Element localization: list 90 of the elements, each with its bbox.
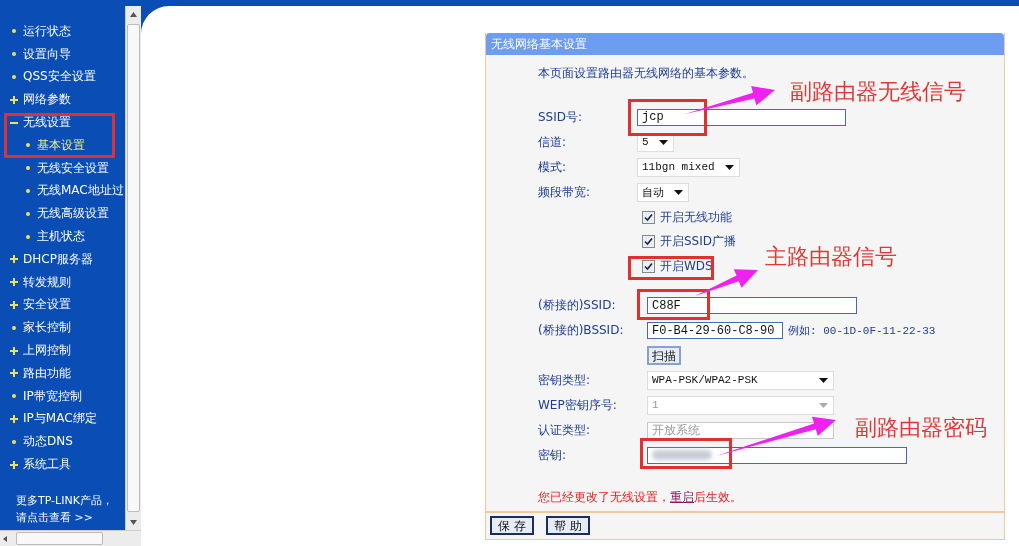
scan-button[interactable]: 扫描 <box>647 345 681 365</box>
dropdown-select[interactable]: 自动 <box>637 182 689 202</box>
field-label: 模式: <box>538 158 568 176</box>
field-label: (桥接的)BSSID: <box>538 322 625 340</box>
bullet-icon <box>12 52 16 57</box>
dropdown-select[interactable]: WPA-PSK/WPA2-PSK <box>647 370 834 390</box>
bullet-icon <box>12 75 16 79</box>
sidebar-item[interactable]: 基本设置 <box>0 134 125 157</box>
field-label: 认证类型: <box>538 421 592 439</box>
sidebar-item[interactable]: 系统工具 <box>0 453 125 476</box>
bullet-icon <box>12 325 16 330</box>
help-button[interactable]: 帮 助 <box>545 516 590 535</box>
annotation-text: 副路由器密码 <box>855 414 987 442</box>
more-products-link[interactable]: 更多TP-LINK产品， <box>16 492 125 509</box>
field-label: (桥接的)SSID: <box>538 297 617 315</box>
annotation-text: 副路由器无线信号 <box>790 78 966 106</box>
bullet-icon <box>12 29 16 34</box>
field-label: 密钥类型: <box>538 371 592 389</box>
text-field[interactable]: F0-B4-29-60-C8-90 <box>647 322 783 340</box>
password-field[interactable] <box>647 446 907 464</box>
plus-icon <box>10 95 18 104</box>
scrollbar[interactable] <box>125 6 141 530</box>
intro-text: 本页面设置路由器无线网络的基本参数。 <box>537 65 755 82</box>
bullet-icon <box>26 234 30 239</box>
sidebar-item[interactable]: 上网控制 <box>0 339 125 362</box>
dropdown-caret-icon <box>819 377 828 383</box>
sidebar-item[interactable]: 安全设置 <box>0 293 125 317</box>
arrow <box>695 269 758 296</box>
checkbox-label: 开启SSID广播 <box>660 233 736 251</box>
plus-icon <box>10 255 18 264</box>
sidebar-item[interactable]: 动态DNS <box>0 430 125 454</box>
down-arrow-icon[interactable] <box>130 519 137 525</box>
checkbox-label: 开启无线功能 <box>660 208 732 226</box>
sidebar-item[interactable]: 网络参数 <box>0 88 125 112</box>
sidebar-item[interactable]: 设置向导 <box>0 42 125 66</box>
text-field[interactable]: jcp <box>637 108 846 126</box>
dropdown-caret-icon <box>724 164 734 170</box>
plus-icon <box>10 460 18 469</box>
checkbox-label: 开启WDS <box>660 258 713 276</box>
sidebar-item[interactable]: 运行状态 <box>0 20 125 43</box>
text-field[interactable]: C88F <box>647 297 857 315</box>
bullet-icon <box>12 439 16 444</box>
field-label: 密钥: <box>538 446 568 464</box>
sidebar-item[interactable]: 家长控制 <box>0 316 125 340</box>
checkbox[interactable] <box>642 260 655 274</box>
dropdown-caret-icon <box>819 402 828 408</box>
save-button[interactable]: 保 存 <box>490 516 534 535</box>
annotation-text: 主路由器信号 <box>765 243 897 271</box>
restart-link[interactable]: 重启 <box>670 490 694 505</box>
field-label: SSID号: <box>538 108 584 126</box>
example-hint: 例如: 00-1D-0F-11-22-33 <box>788 324 936 339</box>
sidebar-item[interactable]: 无线高级设置 <box>0 202 125 226</box>
sidebar-item[interactable]: IP带宽控制 <box>0 384 125 408</box>
field-label: WEP密钥序号: <box>538 396 618 414</box>
plus-icon <box>10 300 18 309</box>
checkmark-icon <box>644 262 653 272</box>
field-label: 信道: <box>538 133 568 151</box>
sidebar-item[interactable]: 路由功能 <box>0 361 125 385</box>
bullet-icon <box>26 188 30 193</box>
sidebar-item[interactable]: 无线MAC地址过 <box>0 179 125 203</box>
more-products-link[interactable]: 请点击查看 >> <box>16 509 125 526</box>
panel-title: 无线网络基本设置 <box>486 33 1004 55</box>
bullet-icon <box>26 211 30 216</box>
dropdown-caret-icon <box>658 139 668 145</box>
sidebar-item[interactable]: 主机状态 <box>0 225 125 248</box>
sidebar-item[interactable]: IP与MAC绑定 <box>0 407 125 431</box>
checkmark-icon <box>644 212 653 222</box>
blurred-value-icon <box>652 450 712 460</box>
dropdown-select[interactable]: 11bgn mixed <box>637 157 740 177</box>
bullet-icon <box>26 166 30 171</box>
left-arrow-icon[interactable] <box>3 535 7 542</box>
field-label: 频段带宽: <box>538 183 592 201</box>
sidebar-item[interactable]: DHCP服务器 <box>0 247 125 271</box>
up-arrow-icon[interactable] <box>130 11 137 17</box>
bullet-icon <box>26 143 30 148</box>
bullet-icon <box>12 394 16 399</box>
checkbox[interactable] <box>642 235 655 249</box>
plus-icon <box>10 278 18 287</box>
sidebar-item[interactable]: 转发规则 <box>0 270 125 294</box>
plus-icon <box>10 414 18 423</box>
sidebar-item[interactable]: 无线安全设置 <box>0 156 125 180</box>
plus-icon <box>10 346 18 355</box>
sidebar-item[interactable]: QSS安全设置 <box>0 65 125 89</box>
notice-text: 您已经更改了无线设置，重启后生效。 <box>538 489 742 507</box>
sidebar-item[interactable]: 无线设置 <box>0 111 125 134</box>
checkbox[interactable] <box>642 210 655 224</box>
plus-icon <box>10 369 18 378</box>
dropdown-caret-icon <box>674 189 683 195</box>
horizontal-scrollbar[interactable] <box>0 530 141 546</box>
checkmark-icon <box>644 237 653 247</box>
